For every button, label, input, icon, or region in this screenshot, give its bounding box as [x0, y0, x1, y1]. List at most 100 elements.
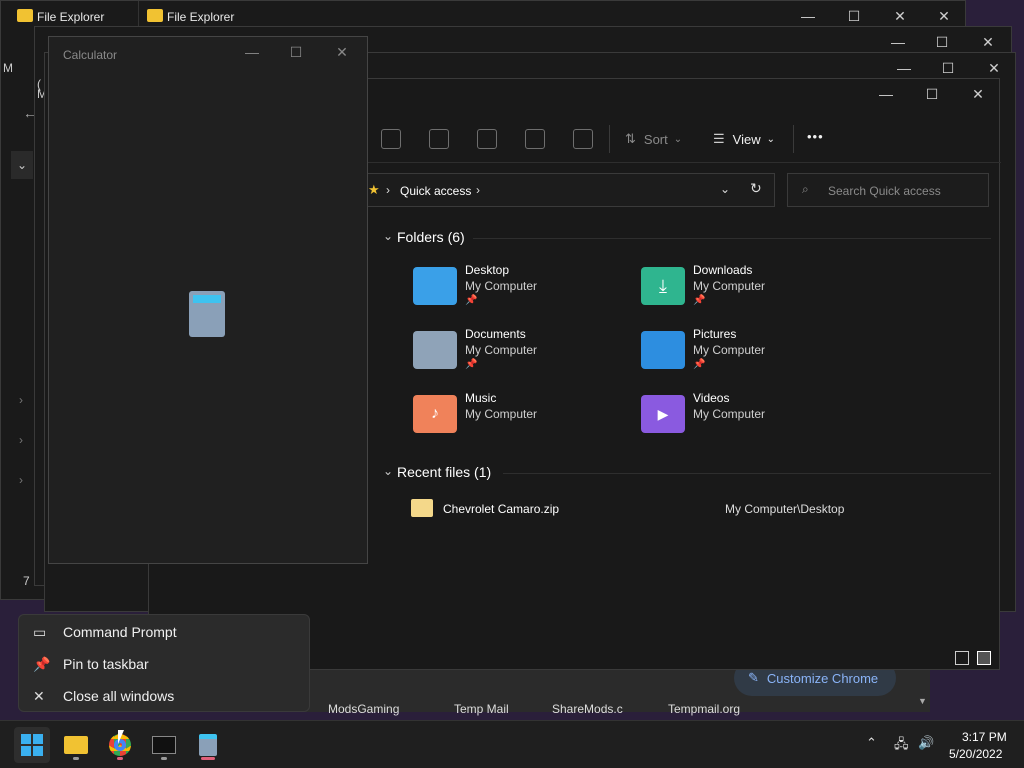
documents-folder-icon [413, 331, 457, 369]
music-folder-icon: ♪ [413, 395, 457, 433]
breadcrumb-quick-access[interactable]: Quick access [400, 184, 471, 198]
window-title: File Explorer [167, 10, 235, 24]
tiles-view-icon[interactable] [977, 651, 991, 665]
address-bar[interactable]: ★ › Quick access › ⌄ ↻ [363, 173, 775, 207]
sort-icon: ⇅ [625, 131, 636, 146]
menu-item-label: Pin to taskbar [63, 656, 149, 672]
partial-text: 7 [23, 574, 30, 588]
scroll-down-icon[interactable]: ▼ [918, 696, 927, 706]
folder-name: Pictures [693, 327, 737, 341]
chevron-right-icon[interactable]: › [476, 183, 480, 197]
folder-location: My Computer [465, 343, 538, 357]
menu-item-pin-to-taskbar[interactable]: 📌 Pin to taskbar [19, 648, 311, 680]
recent-files-section-header[interactable]: Recent files (1) [397, 464, 491, 480]
folder-desktop[interactable]: Desktop My Computer 📌 [413, 263, 633, 317]
show-hidden-icons-chevron-up-icon[interactable]: ⌃ [866, 735, 877, 751]
folder-documents[interactable]: Documents My Computer 📌 [413, 327, 633, 381]
menu-item-command-prompt[interactable]: ▭ Command Prompt [19, 616, 311, 648]
sort-button[interactable]: ⇅ Sort ⌄ [625, 129, 682, 149]
chevron-right-icon[interactable]: › [19, 393, 23, 407]
close-button[interactable]: ✕ [955, 79, 1001, 109]
toolbar-divider [609, 125, 610, 153]
view-button[interactable]: ☰ View ⌄ [713, 129, 775, 149]
maximize-button[interactable]: ☐ [273, 37, 319, 67]
folder-location: My Computer [693, 343, 766, 357]
file-name: Chevrolet Camaro.zip [443, 502, 560, 516]
shortcut-label[interactable]: ModsGaming [328, 702, 399, 716]
maximize-button[interactable]: ☐ [909, 79, 955, 109]
taskbar-terminal[interactable] [146, 727, 182, 763]
start-button[interactable] [14, 727, 50, 763]
pin-icon: 📌 [465, 359, 478, 370]
paste-icon[interactable] [429, 129, 449, 149]
copy-icon[interactable] [381, 129, 401, 149]
folder-icon [17, 9, 33, 22]
running-indicator [161, 757, 167, 760]
jump-list-menu: ▭ Command Prompt 📌 Pin to taskbar ✕ Clos… [18, 614, 310, 712]
chevron-down-icon[interactable]: ⌄ [383, 464, 393, 478]
folder-name: Documents [465, 327, 526, 341]
folder-music[interactable]: ♪ Music My Computer [413, 391, 633, 445]
clock-date[interactable]: 5/20/2022 [949, 747, 1002, 761]
close-icon: ✕ [33, 687, 45, 704]
chevron-down-icon[interactable]: ⌄ [11, 151, 33, 179]
chevron-down-icon[interactable]: ⌄ [383, 229, 393, 243]
details-view-icon[interactable] [955, 651, 969, 665]
folder-name: Music [465, 391, 497, 405]
search-input[interactable]: Search Quick access [828, 184, 941, 198]
minimize-button[interactable]: — [863, 79, 909, 109]
cmd-icon: ▭ [33, 623, 47, 640]
taskbar-calculator[interactable] [190, 727, 226, 763]
calculator-display-icon [193, 295, 221, 303]
delete-icon[interactable] [573, 129, 593, 149]
close-button[interactable]: ✕ [319, 37, 365, 67]
pin-icon: 📌 [465, 295, 478, 306]
share-icon[interactable] [525, 129, 545, 149]
menu-item-close-all-windows[interactable]: ✕ Close all windows [19, 680, 311, 712]
window-title: Calculator [63, 48, 118, 62]
videos-folder-icon: ▶ [641, 395, 685, 433]
pin-icon: 📌 [33, 655, 51, 672]
pin-icon: 📌 [693, 295, 706, 306]
start-icon [21, 734, 43, 756]
section-divider [503, 473, 991, 474]
rename-icon[interactable] [477, 129, 497, 149]
shortcut-label[interactable]: ShareMods.c [552, 702, 623, 716]
calculator-window[interactable]: Calculator — ☐ ✕ [48, 36, 368, 564]
window-title: File Explorer [37, 10, 105, 24]
more-options-icon[interactable]: ••• [807, 129, 824, 144]
minimize-button[interactable]: — [229, 37, 275, 67]
running-indicator [117, 757, 123, 760]
calculator-splash-icon [189, 291, 225, 337]
network-icon[interactable]: 🖧 [894, 735, 909, 757]
chevron-right-icon[interactable]: › [19, 433, 23, 447]
refresh-icon[interactable]: ↻ [750, 180, 762, 197]
toolbar-divider [793, 125, 794, 153]
folders-section-header[interactable]: Folders (6) [397, 229, 465, 245]
star-icon: ★ [368, 182, 380, 197]
folder-location: My Computer [465, 279, 538, 293]
file-explorer-icon [64, 736, 88, 754]
customize-chrome-label: Customize Chrome [766, 670, 879, 686]
desktop-folder-icon [413, 267, 457, 305]
chevron-right-icon[interactable]: › [19, 473, 23, 487]
calculator-icon [199, 734, 217, 756]
terminal-icon [152, 736, 176, 754]
clock-time[interactable]: 3:17 PM [962, 730, 1007, 744]
folder-downloads[interactable]: ⤓ Downloads My Computer 📌 [641, 263, 861, 317]
shortcut-label[interactable]: Temp Mail [454, 702, 509, 716]
folder-location: My Computer [465, 407, 538, 421]
folder-videos[interactable]: ▶ Videos My Computer [641, 391, 861, 445]
taskbar-file-explorer[interactable] [58, 727, 94, 763]
search-box[interactable]: ⌕ Search Quick access [787, 173, 989, 207]
address-dropdown-icon[interactable]: ⌄ [720, 182, 730, 196]
folder-pictures[interactable]: Pictures My Computer 📌 [641, 327, 861, 381]
recent-file-row[interactable]: Chevrolet Camaro.zip My Computer\Desktop [409, 497, 989, 523]
menu-item-label: Close all windows [63, 688, 175, 704]
shortcut-label[interactable]: Tempmail.org [668, 702, 740, 716]
volume-icon[interactable]: 🔊 [918, 735, 934, 751]
running-indicator [201, 757, 215, 760]
sort-label: Sort [643, 131, 668, 147]
running-indicator [73, 757, 79, 760]
zip-file-icon [411, 499, 433, 517]
